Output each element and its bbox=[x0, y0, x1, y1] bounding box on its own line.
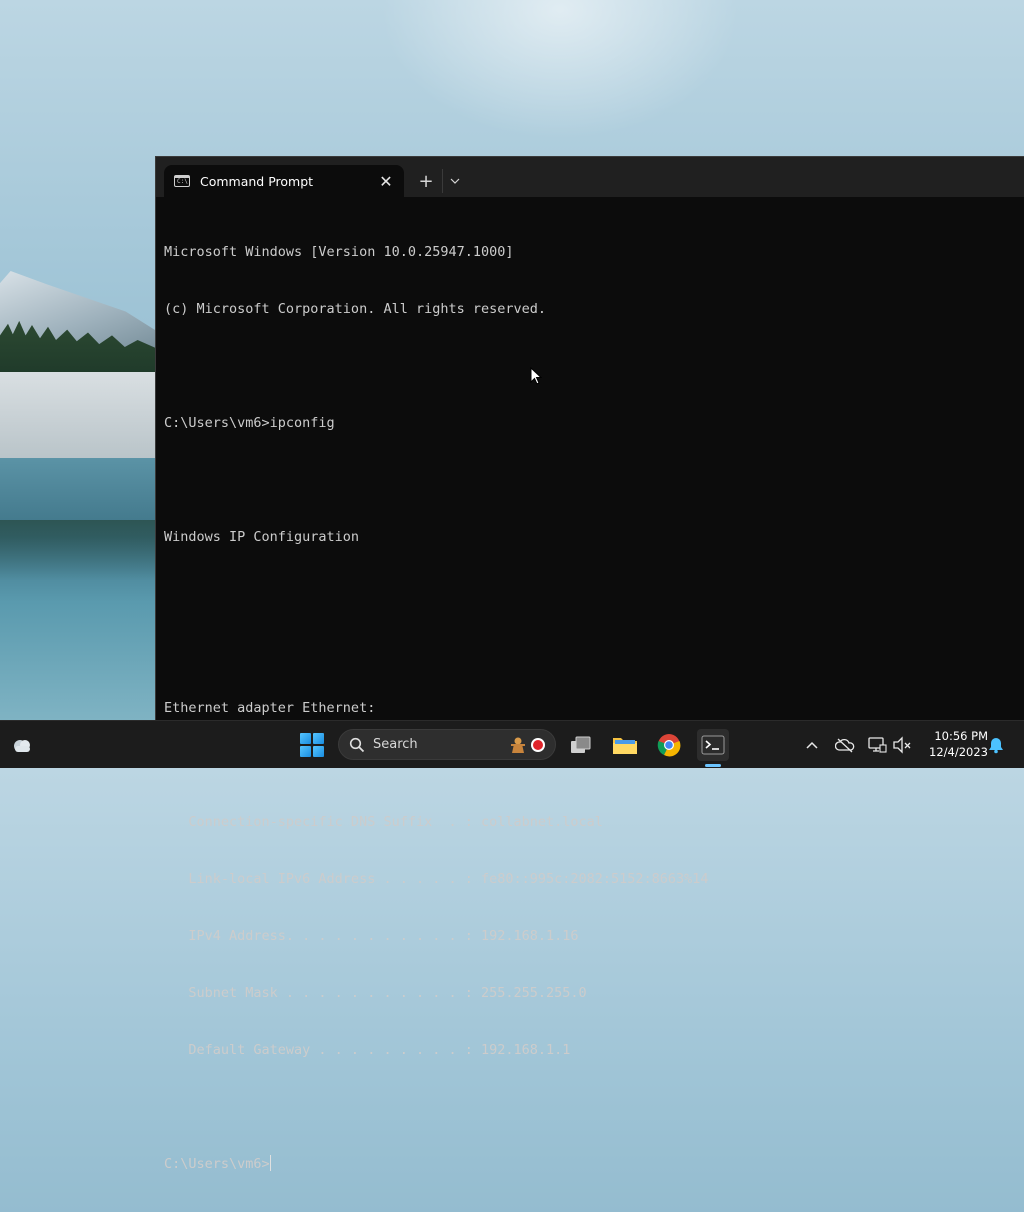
console-line: Ethernet adapter Ethernet: bbox=[164, 700, 376, 716]
cmd-icon: C:\ bbox=[174, 175, 190, 187]
onedrive-offline-icon[interactable] bbox=[833, 733, 857, 757]
console-line: Windows IP Configuration bbox=[164, 529, 360, 545]
record-icon bbox=[531, 737, 545, 752]
console-line: Subnet Mask . . . . . . . . . . . : 255.… bbox=[164, 985, 587, 1001]
mouse-pointer-icon bbox=[530, 367, 542, 385]
new-tab-button[interactable]: + bbox=[414, 169, 438, 193]
tab-title: Command Prompt bbox=[200, 173, 314, 189]
terminal-icon[interactable] bbox=[697, 729, 729, 761]
text-cursor bbox=[269, 1155, 271, 1171]
active-app-indicator bbox=[705, 764, 721, 767]
bell-icon[interactable] bbox=[984, 733, 1008, 757]
windows-start-icon[interactable] bbox=[300, 733, 324, 757]
weather-cloud-icon[interactable] bbox=[10, 733, 34, 757]
chrome-icon[interactable] bbox=[653, 729, 685, 761]
close-tab-button[interactable]: ✕ bbox=[372, 167, 400, 195]
clock-date: 12/4/2023 bbox=[929, 745, 988, 759]
search-box[interactable]: Search bbox=[338, 729, 556, 760]
taskbar: Search 10:56 PM 12/4/2023 bbox=[0, 720, 1024, 768]
chevron-up-icon bbox=[806, 741, 818, 749]
tab-command-prompt[interactable]: C:\ Command Prompt ✕ bbox=[164, 165, 404, 197]
volume-muted-icon[interactable] bbox=[890, 733, 914, 757]
clock-time: 10:56 PM bbox=[934, 729, 988, 743]
console-line: Default Gateway . . . . . . . . . : 192.… bbox=[164, 1042, 571, 1058]
prompt-text: C:\Users\vm6> bbox=[164, 1156, 270, 1172]
terminal-window[interactable]: C:\ Command Prompt ✕ + Microsoft Windows… bbox=[155, 156, 1024, 1172]
search-icon bbox=[349, 737, 365, 752]
console-line: (c) Microsoft Corporation. All rights re… bbox=[164, 301, 547, 317]
console-line: IPv4 Address. . . . . . . . . . . : 192.… bbox=[164, 928, 579, 944]
task-view-icon[interactable] bbox=[565, 729, 597, 761]
network-icon[interactable] bbox=[865, 733, 889, 757]
tray-overflow-button[interactable] bbox=[800, 733, 824, 757]
console-line: Microsoft Windows [Version 10.0.25947.10… bbox=[164, 244, 514, 260]
title-bar[interactable]: C:\ Command Prompt ✕ + bbox=[156, 157, 1024, 197]
command-prompt-line[interactable]: C:\Users\vm6> bbox=[164, 1155, 1024, 1174]
console-line: Link-local IPv6 Address . . . . . : fe80… bbox=[164, 871, 709, 887]
console-output[interactable]: Microsoft Windows [Version 10.0.25947.10… bbox=[164, 205, 1024, 1172]
search-label: Search bbox=[373, 737, 418, 752]
search-highlight-icon bbox=[509, 736, 527, 754]
chevron-down-icon bbox=[450, 178, 460, 184]
console-line: Connection-specific DNS Suffix . : colla… bbox=[164, 814, 603, 830]
tab-dropdown-button[interactable] bbox=[442, 169, 467, 193]
clock[interactable]: 10:56 PM 12/4/2023 bbox=[918, 728, 988, 760]
file-explorer-icon[interactable] bbox=[609, 729, 641, 761]
console-line: C:\Users\vm6>ipconfig bbox=[164, 415, 335, 431]
